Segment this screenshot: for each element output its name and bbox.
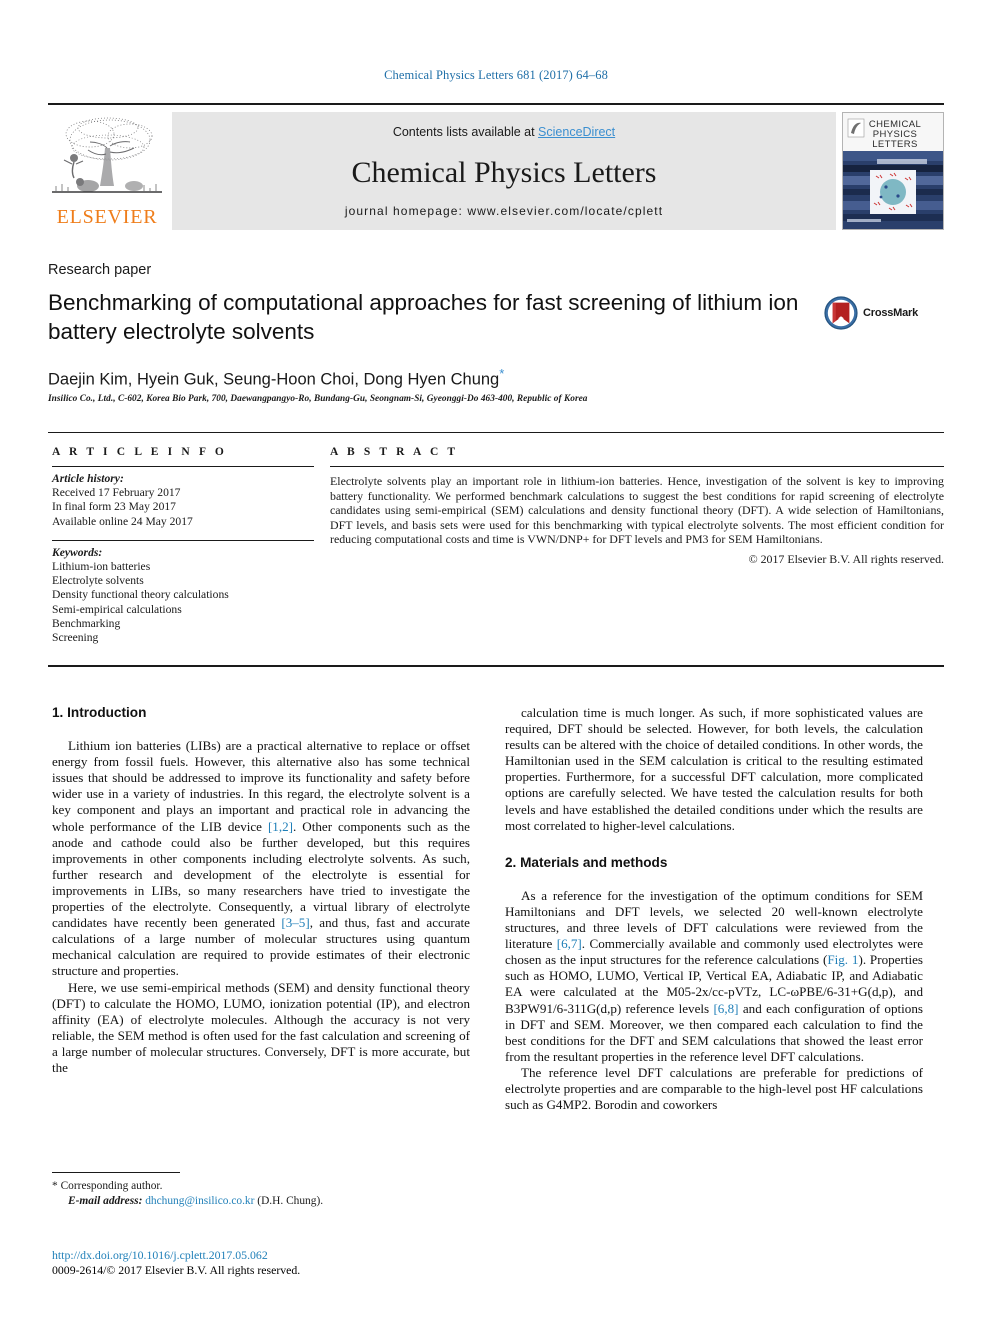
article-history-block: Article history: Received 17 February 20… xyxy=(52,467,314,529)
history-item: Received 17 February 2017 xyxy=(52,486,181,500)
doi-link[interactable]: http://dx.doi.org/10.1016/j.cplett.2017.… xyxy=(52,1248,482,1263)
history-item: In final form 23 May 2017 xyxy=(52,500,176,514)
intro-paragraph-1: Lithium ion batteries (LIBs) are a pract… xyxy=(52,738,470,979)
crossmark-icon xyxy=(824,296,858,330)
svg-text:LETTERS: LETTERS xyxy=(872,139,918,150)
contents-available-line: Contents lists available at ScienceDirec… xyxy=(172,125,836,139)
contents-prefix: Contents lists available at xyxy=(392,125,539,139)
journal-homepage[interactable]: journal homepage: www.elsevier.com/locat… xyxy=(172,204,836,218)
footnote-block: * Corresponding author. E-mail address: … xyxy=(52,1172,472,1208)
journal-title: Chemical Physics Letters xyxy=(351,156,657,189)
sciencedirect-link[interactable]: ScienceDirect xyxy=(538,125,615,139)
crossmark-badge[interactable]: CrossMark xyxy=(824,291,944,335)
keywords-label: Keywords: xyxy=(52,545,103,559)
abstract-column: A B S T R A C T Electrolyte solvents pla… xyxy=(330,446,944,567)
page-title: Benchmarking of computational approaches… xyxy=(48,290,799,344)
keyword-item: Lithium-ion batteries xyxy=(52,560,151,574)
body-column-right: calculation time is much longer. As such… xyxy=(505,705,923,1113)
abstract-heading: A B S T R A C T xyxy=(330,446,459,458)
issn-copyright-line: 0009-2614/© 2017 Elsevier B.V. All right… xyxy=(52,1263,301,1277)
intro-p1-part-b: . Other components such as the anode and… xyxy=(52,818,470,931)
corresponding-author-note: * Corresponding author. xyxy=(52,1179,472,1194)
history-item: Available online 24 May 2017 xyxy=(52,514,193,528)
keyword-item: Electrolyte solvents xyxy=(52,574,144,588)
keywords-block: Keywords: Lithium-ion batteries Electrol… xyxy=(52,541,314,645)
journal-band: Contents lists available at ScienceDirec… xyxy=(172,112,836,230)
email-label: E-mail address: xyxy=(68,1194,143,1207)
running-head: Chemical Physics Letters 681 (2017) 64–6… xyxy=(384,68,608,82)
article-info-heading: A R T I C L E I N F O xyxy=(52,446,227,458)
figure-ref-1[interactable]: Fig. 1 xyxy=(827,952,858,967)
abstract-copyright: © 2017 Elsevier B.V. All rights reserved… xyxy=(748,551,944,566)
methods-paragraph-1: As a reference for the investigation of … xyxy=(505,888,923,1065)
paper-page: Chemical Physics Letters 681 (2017) 64–6… xyxy=(0,0,992,1323)
doi-block: http://dx.doi.org/10.1016/j.cplett.2017.… xyxy=(52,1248,482,1278)
band-rule-top xyxy=(48,432,944,433)
corresponding-author-marker: * xyxy=(499,366,505,381)
email-note: E-mail address: dhchung@insilico.co.kr (… xyxy=(52,1194,472,1209)
citation-ref-1-2[interactable]: [1,2] xyxy=(268,819,293,834)
cover-artwork: CHEMICAL PHYSICS LETTERS xyxy=(843,113,943,229)
citation-ref-3-5[interactable]: [3–5] xyxy=(281,915,309,930)
body-column-left: 1. Introduction Lithium ion batteries (L… xyxy=(52,705,470,1076)
crossmark-label: CrossMark xyxy=(863,307,919,319)
abstract-text: Electrolyte solvents play an important r… xyxy=(330,474,944,547)
author-names: Daejin Kim, Hyein Guk, Seung-Hoon Choi, … xyxy=(48,370,500,389)
article-info-column: A R T I C L E I N F O Article history: R… xyxy=(52,446,314,645)
elsevier-wordmark: ELSEVIER xyxy=(56,206,158,228)
corresponding-label: Corresponding author. xyxy=(60,1180,163,1192)
citation-ref-6-8[interactable]: [6,8] xyxy=(713,1001,738,1016)
band-rule-bottom xyxy=(48,665,944,667)
keyword-item: Density functional theory calculations xyxy=(52,588,229,602)
keyword-item: Screening xyxy=(52,631,99,645)
journal-cover-thumbnail: CHEMICAL PHYSICS LETTERS xyxy=(842,112,944,230)
section-heading-introduction: 1. Introduction xyxy=(52,705,147,720)
intro-paragraph-2: Here, we use semi-empirical methods (SEM… xyxy=(52,979,470,1075)
elsevier-logo: ELSEVIER xyxy=(48,112,166,230)
email-suffix: (D.H. Chung). xyxy=(257,1194,324,1207)
article-history-label: Article history: xyxy=(52,472,124,485)
author-list: Daejin Kim, Hyein Guk, Seung-Hoon Choi, … xyxy=(48,366,868,390)
methods-paragraph-2: The reference level DFT calculations are… xyxy=(505,1064,923,1113)
citation-ref-6-7[interactable]: [6,7] xyxy=(557,936,582,951)
elsevier-tree-icon xyxy=(52,117,162,193)
journal-masthead: ELSEVIER Contents lists available at Sci… xyxy=(48,103,944,230)
right-paragraph-1: calculation time is much longer. As such… xyxy=(505,705,923,833)
keyword-item: Benchmarking xyxy=(52,616,121,630)
section-heading-materials-methods: 2. Materials and methods xyxy=(505,854,668,870)
keyword-item: Semi-empirical calculations xyxy=(52,602,182,616)
corresponding-marker: * xyxy=(52,1180,58,1192)
footnote-rule xyxy=(52,1172,180,1173)
article-type-label: Research paper xyxy=(48,262,152,278)
affiliation: Insilico Co., Ltd., C-602, Korea Bio Par… xyxy=(48,394,588,404)
email-link[interactable]: dhchung@insilico.co.kr xyxy=(145,1195,254,1207)
